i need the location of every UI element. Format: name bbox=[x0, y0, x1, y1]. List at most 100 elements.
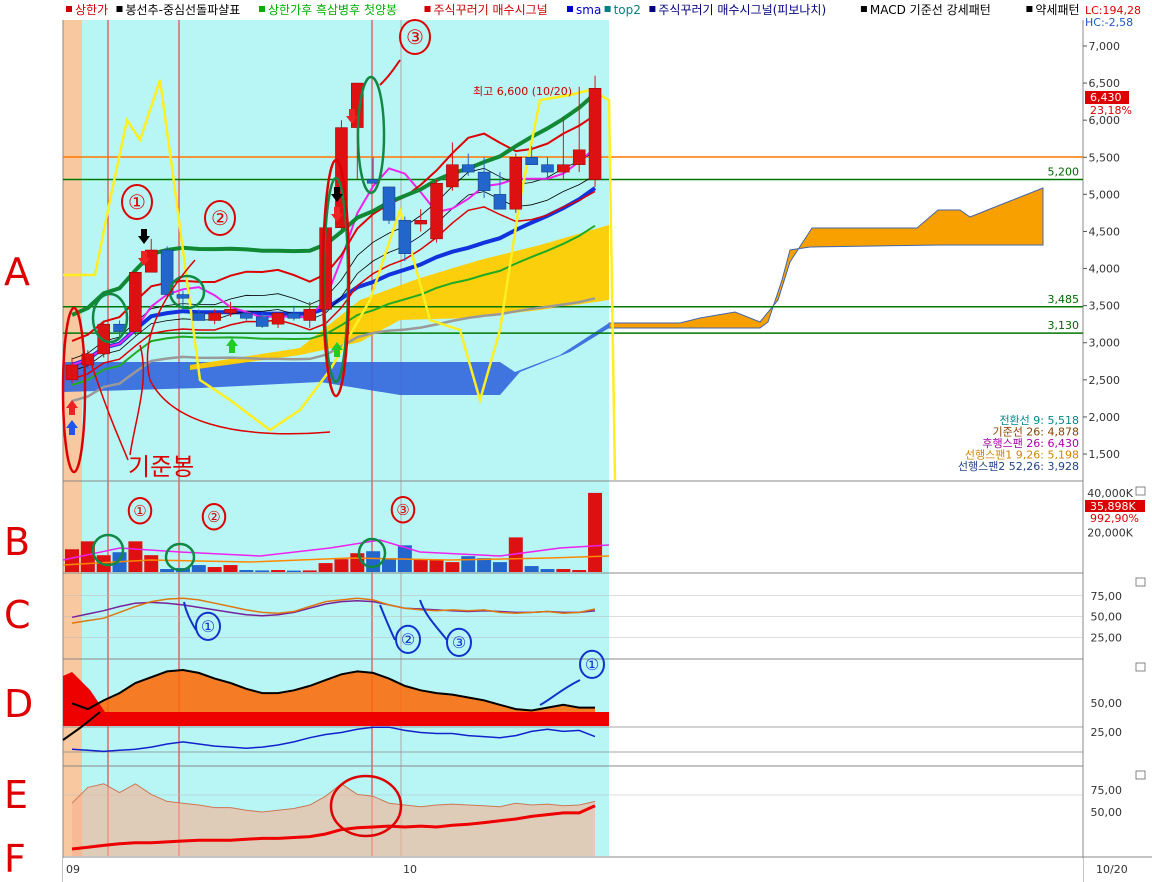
number-annotation: ① bbox=[133, 502, 146, 520]
stock-chart-canvas: 5,2003,4853,130최고 6,600 (10/20)전환선 9: 5,… bbox=[4, 0, 1152, 882]
volume-tick-label: 20,000K bbox=[1087, 526, 1133, 539]
panel-toggle-icon bbox=[1135, 662, 1146, 672]
candle-body bbox=[208, 312, 221, 321]
candle-body bbox=[477, 171, 491, 191]
legend-swatch-icon bbox=[66, 6, 72, 12]
number-annotation: ② bbox=[401, 630, 415, 649]
volume-bar bbox=[366, 551, 381, 572]
side-letter: F bbox=[4, 837, 26, 881]
legend-swatch-icon bbox=[567, 6, 573, 12]
price-tick-label: 5,500 bbox=[1089, 151, 1121, 164]
candle-body bbox=[287, 312, 301, 319]
date-label: 09 bbox=[66, 863, 80, 876]
volume-bar bbox=[413, 559, 428, 572]
side-letter: B bbox=[4, 520, 30, 564]
price-badge: 6,430 bbox=[1090, 91, 1122, 104]
legend-swatch-icon bbox=[860, 6, 867, 12]
panel-toggle-icon bbox=[1135, 486, 1146, 496]
ichimoku-legend-entry: 선행스팬2 52,26: 3,928 bbox=[958, 460, 1079, 473]
number-annotation: ① bbox=[585, 655, 599, 674]
price-tick-label: 1,500 bbox=[1089, 448, 1121, 461]
candle-body bbox=[414, 220, 427, 225]
volume-bar bbox=[223, 565, 238, 572]
price-tick-label: 3,500 bbox=[1089, 300, 1121, 313]
volume-bar bbox=[445, 562, 460, 572]
price-tick-label: 2,000 bbox=[1089, 411, 1121, 424]
volume-bar bbox=[286, 570, 301, 572]
candle-body bbox=[303, 309, 316, 321]
candle-body bbox=[572, 149, 586, 165]
panel-toggle-icon bbox=[1135, 770, 1146, 780]
candle-body bbox=[541, 164, 554, 173]
number-annotation: ③ bbox=[396, 501, 409, 519]
reference-candle-label: 기준봉 bbox=[128, 453, 194, 481]
osc-e-tick: 50,00 bbox=[1091, 806, 1123, 819]
osc-d-tick: 50,00 bbox=[1091, 697, 1123, 710]
legend-item: top2 bbox=[614, 3, 641, 17]
volume-bar bbox=[302, 570, 317, 572]
legend-item: 상한가 bbox=[75, 3, 108, 17]
volume-tick-label: 40,000K bbox=[1087, 487, 1133, 500]
candle-body bbox=[224, 309, 237, 314]
price-tick-label: 4,500 bbox=[1089, 225, 1121, 238]
side-letter: E bbox=[4, 773, 28, 817]
osc-c-tick: 25,00 bbox=[1091, 631, 1123, 644]
legend-item: 주식꾸러기 매수시그널 bbox=[434, 3, 548, 17]
volume-bar bbox=[477, 558, 492, 572]
candle-body bbox=[430, 182, 443, 240]
hc-value: HC:-2,58 bbox=[1085, 16, 1133, 29]
volume-bar bbox=[207, 567, 222, 572]
number-annotation: ② bbox=[211, 206, 229, 230]
candle-body bbox=[129, 272, 142, 332]
high-marker-label: 최고 6,600 (10/20) bbox=[473, 85, 572, 98]
volume-bar bbox=[191, 565, 206, 572]
volume-badge-pct: 992,90% bbox=[1090, 512, 1139, 525]
candle-body bbox=[240, 312, 253, 319]
volume-bar bbox=[239, 570, 254, 572]
volume-bar bbox=[128, 541, 143, 572]
osc-c-tick: 50,00 bbox=[1091, 611, 1123, 624]
volume-bar bbox=[540, 569, 555, 572]
legend-swatch-icon bbox=[1026, 6, 1033, 12]
price-tick-label: 2,500 bbox=[1089, 374, 1121, 387]
volume-bar bbox=[461, 556, 476, 572]
number-annotation: ① bbox=[201, 617, 215, 636]
volume-bar bbox=[255, 570, 270, 572]
candle-body bbox=[65, 364, 79, 381]
price-tick-label: 7,000 bbox=[1089, 40, 1121, 53]
price-tick-label: 6,500 bbox=[1089, 77, 1121, 90]
osc-d-tick: 25,00 bbox=[1091, 726, 1123, 739]
side-letter: A bbox=[4, 250, 30, 294]
number-annotation: ③ bbox=[406, 25, 424, 49]
number-annotation: ① bbox=[128, 190, 146, 214]
legend-item: MACD 기준선 강세패턴 bbox=[870, 3, 991, 17]
side-letter: D bbox=[4, 682, 33, 726]
candle-body bbox=[509, 157, 523, 210]
legend-item: 봉선추-중심선돌파샬표 bbox=[126, 3, 241, 17]
legend-item: 상한가후 흑삼병후 첫양봉 bbox=[268, 3, 397, 17]
panel-toggle-icon bbox=[1135, 577, 1146, 587]
legend-item: sma bbox=[576, 3, 601, 17]
volume-bar bbox=[318, 563, 333, 572]
legend-swatch-icon bbox=[604, 6, 611, 12]
date-label: 10 bbox=[403, 863, 417, 876]
volume-bar bbox=[572, 570, 587, 572]
volume-bar bbox=[588, 492, 603, 572]
legend-swatch-icon bbox=[259, 6, 265, 12]
volume-bar bbox=[429, 560, 444, 572]
date-label-right: 10/20 bbox=[1096, 863, 1128, 876]
number-annotation: ③ bbox=[452, 633, 466, 652]
candle-body bbox=[255, 316, 269, 327]
price-tick-label: 3,000 bbox=[1089, 337, 1121, 350]
volume-bar bbox=[556, 569, 571, 572]
legend-item: 약세패턴 bbox=[1035, 2, 1079, 17]
candle-body bbox=[176, 294, 190, 299]
candle-body bbox=[382, 186, 396, 221]
level-label: 3,130 bbox=[1048, 319, 1080, 332]
volume-bar bbox=[65, 549, 79, 572]
macd-histogram-base bbox=[63, 712, 609, 726]
volume-bar bbox=[524, 566, 539, 572]
candle-body bbox=[192, 312, 206, 321]
level-label: 5,200 bbox=[1048, 166, 1080, 179]
legend-swatch-icon bbox=[424, 6, 431, 12]
